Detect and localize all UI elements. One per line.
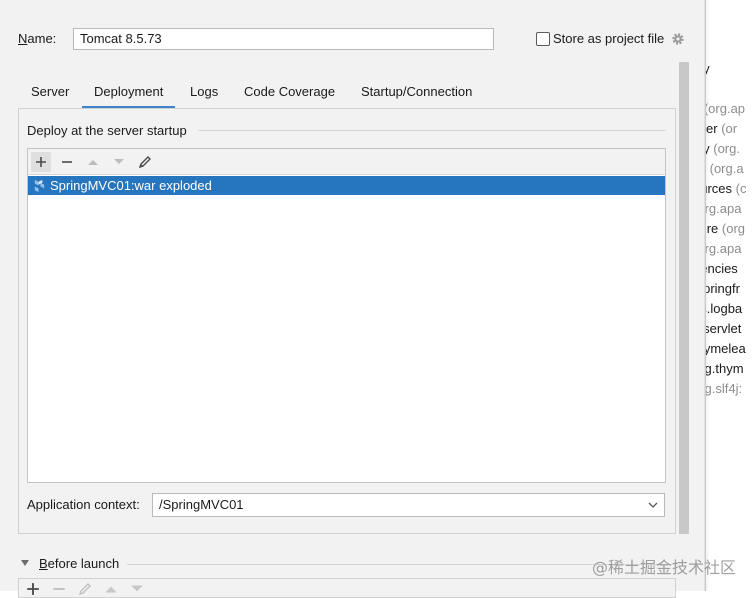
move-up-icon[interactable]: [104, 582, 118, 596]
plus-icon[interactable]: [31, 152, 51, 172]
before-launch-toolbar: [18, 578, 676, 598]
minus-icon[interactable]: [57, 152, 77, 172]
artifact-list-toolbar: [28, 149, 665, 175]
tab-server[interactable]: Server: [31, 78, 69, 106]
store-as-project-file-label[interactable]: Store as project file: [553, 31, 664, 46]
name-label: Name:: [18, 31, 57, 46]
list-item[interactable]: SpringMVC01:war exploded: [28, 176, 665, 195]
tab-logs[interactable]: Logs: [190, 78, 218, 106]
scrollbar-thumb[interactable]: [679, 62, 689, 534]
tab-code-coverage[interactable]: Code Coverage: [244, 78, 335, 106]
before-launch-label[interactable]: Before launch: [39, 556, 119, 571]
edit-icon[interactable]: [78, 582, 92, 596]
dialog-shadow: [704, 0, 710, 591]
section-divider: [198, 130, 666, 131]
collapse-arrow-icon[interactable]: [20, 559, 30, 567]
application-context-label: Application context:: [27, 497, 140, 512]
edit-icon[interactable]: [135, 152, 155, 172]
plus-icon[interactable]: [26, 582, 40, 596]
move-down-icon[interactable]: [109, 152, 129, 172]
artifact-label: SpringMVC01:war exploded: [50, 178, 212, 193]
store-as-project-file-checkbox[interactable]: [536, 32, 550, 46]
application-context-combo[interactable]: /SpringMVC01: [152, 493, 665, 517]
tab-deployment[interactable]: Deployment: [81, 78, 176, 109]
minus-icon[interactable]: [52, 582, 66, 596]
deploy-section-title: Deploy at the server startup: [27, 123, 187, 138]
watermark: @稀土掘金技术社区: [592, 558, 737, 577]
run-configuration-dialog: Name: Tomcat 8.5.73 Store as project fil…: [0, 0, 706, 598]
chevron-down-icon[interactable]: [648, 501, 658, 509]
move-up-icon[interactable]: [83, 152, 103, 172]
artifact-list[interactable]: SpringMVC01:war exploded: [27, 148, 666, 483]
tab-startup-connection[interactable]: Startup/Connection: [361, 78, 472, 106]
gear-icon[interactable]: [671, 32, 685, 46]
name-input[interactable]: Tomcat 8.5.73: [73, 28, 494, 50]
move-down-icon[interactable]: [130, 582, 144, 596]
application-context-value: /SpringMVC01: [159, 497, 244, 512]
artifact-icon: [34, 179, 45, 193]
